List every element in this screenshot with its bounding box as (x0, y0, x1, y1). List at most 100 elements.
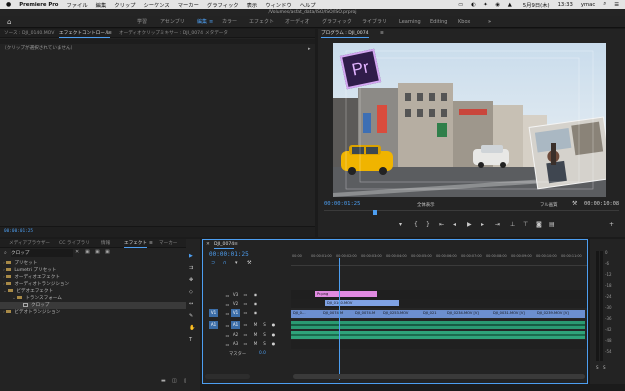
tab-info[interactable]: 情報 (101, 239, 110, 248)
tab-metadata[interactable]: メタデータ (205, 29, 228, 38)
accelerated-effects-icon[interactable]: ▣ (85, 249, 90, 255)
tab-audio-clip-mixer[interactable]: オーディオクリップミキサー : DJI_0074 (119, 29, 203, 38)
premiere-logo-overlay[interactable]: Pr (339, 48, 382, 90)
play-icon[interactable]: ▶ (467, 221, 472, 228)
effects-search-input[interactable] (11, 249, 73, 257)
menu-file[interactable]: ファイル (66, 1, 87, 9)
source-patch-a1[interactable]: A1 (209, 321, 218, 329)
effects-tree-item-selected[interactable]: クロップ (0, 302, 198, 309)
effects-tree-item[interactable]: ⌄ ビデオエフェクト (3, 288, 53, 295)
tab-markers[interactable]: マーカー (159, 239, 177, 248)
track-eye-icon[interactable]: ◉ (251, 291, 260, 299)
track-label-a2[interactable]: A2 (231, 331, 240, 339)
track-label-v1[interactable]: V1 (231, 309, 240, 317)
solo-button[interactable]: S (260, 340, 269, 348)
timeline-horizontal-scrollbar[interactable] (293, 374, 585, 379)
slip-tool-icon[interactable]: ↔ (189, 301, 193, 307)
menu-marker[interactable]: マーカー (178, 1, 199, 9)
workspace-learning-jp[interactable]: 学習 (137, 16, 147, 28)
clip-v1[interactable]: DJI_0… (291, 310, 321, 318)
workspace-effects[interactable]: エフェクト (249, 16, 274, 28)
close-sequence-icon[interactable]: ✕ (206, 240, 210, 249)
program-timecode[interactable]: 00:00:01:25 (324, 201, 360, 207)
track-eye-icon[interactable]: ◉ (251, 300, 260, 308)
menu-graphics[interactable]: グラフィック (207, 1, 239, 9)
program-video-frame[interactable]: Pr (333, 43, 606, 197)
clip-v2[interactable]: DJI_0140.MOV (325, 300, 399, 306)
export-frame-icon[interactable]: ◙ (536, 221, 542, 228)
add-button-icon[interactable]: + (609, 221, 614, 228)
panel-expand-icon[interactable]: ▸ (308, 46, 311, 52)
workspace-editing-jp[interactable]: 編集 (197, 16, 207, 28)
new-item-icon[interactable]: ◫ (172, 378, 177, 384)
go-to-out-icon[interactable]: ⇥ (495, 221, 500, 228)
timeline-settings-icon[interactable]: ⚒ (247, 260, 251, 266)
32bit-effects-icon[interactable]: ▣ (95, 249, 100, 255)
effect-controls-menu-icon[interactable]: ≡ (108, 29, 112, 38)
lift-icon[interactable]: ⊥ (510, 221, 515, 228)
effects-tree-item[interactable]: › オーディオエフェクト (3, 274, 60, 281)
track-label-a3[interactable]: A3 (231, 340, 240, 348)
program-scrub-bar[interactable] (324, 210, 619, 215)
workspace-audio[interactable]: オーディオ (285, 16, 310, 28)
menu-sequence[interactable]: シーケンス (143, 1, 169, 9)
tab-effects[interactable]: エフェクト (124, 239, 147, 248)
effects-tree-item[interactable]: ⌄ トランスフォーム (12, 295, 62, 302)
fit-dropdown[interactable]: 全体表示 (417, 202, 435, 208)
home-icon[interactable]: ⌂ (7, 16, 11, 28)
hand-tool-icon[interactable]: ✋ (189, 325, 195, 331)
clip-v1[interactable]: DJI_021 (421, 310, 445, 318)
pen-tool-icon[interactable]: ✎ (189, 313, 193, 319)
effects-tree-item[interactable]: › ビデオトランジション (3, 309, 60, 316)
solo-button[interactable]: S (260, 331, 269, 339)
menu-window[interactable]: ウィンドウ (265, 1, 292, 9)
step-back-icon[interactable]: ◂ (453, 221, 456, 228)
mark-out-icon[interactable]: } (426, 221, 430, 228)
effects-menu-icon[interactable]: ≡ (149, 239, 153, 248)
effects-tree-item[interactable]: › オーディオトランジション (3, 281, 69, 288)
mark-in-icon[interactable]: { (414, 221, 418, 228)
program-playhead[interactable] (373, 210, 377, 215)
yuv-effects-icon[interactable]: ▣ (105, 249, 110, 255)
track-select-tool-icon[interactable]: ⇉ (189, 265, 193, 271)
extract-icon[interactable]: ⊤ (523, 221, 528, 228)
menu-view[interactable]: 表示 (247, 1, 258, 9)
menu-help[interactable]: ヘルプ (300, 1, 316, 9)
clip-v1[interactable]: DJI_0253.MOV (381, 310, 421, 318)
track-eye-icon[interactable]: ◉ (251, 309, 260, 317)
clip-v1[interactable]: DJI_0031.MOV [V] (491, 310, 535, 318)
workspace-kbox[interactable]: Kbox (458, 16, 470, 28)
mute-button[interactable]: M (251, 340, 260, 348)
workspace-libraries[interactable]: ライブラリ (362, 16, 387, 28)
ripple-edit-tool-icon[interactable]: ✥ (189, 277, 193, 283)
tab-cc-libraries[interactable]: CC ライブラリ (59, 239, 90, 248)
track-sync-icon[interactable]: ▭ (241, 300, 250, 308)
track-label-v3[interactable]: V3 (231, 291, 240, 299)
master-volume[interactable]: 0.0 (259, 351, 266, 356)
quality-dropdown[interactable]: フル画質 (540, 202, 558, 208)
track-label-v2[interactable]: V2 (231, 300, 240, 308)
menu-clip[interactable]: クリップ (114, 1, 135, 9)
effect-controls-timecode[interactable]: 00:00:01:25 (4, 229, 33, 234)
workspace-menu-icon[interactable]: ≡ (209, 16, 213, 28)
tab-effect-controls[interactable]: エフェクトコントロール (59, 29, 110, 38)
track-label-a1[interactable]: A1 (231, 321, 240, 329)
status-user[interactable]: ymac (581, 2, 595, 8)
track-sync-icon[interactable]: ▭ (241, 331, 250, 339)
tab-media-browser[interactable]: メディアブラウザー (9, 239, 50, 248)
linked-selection-icon[interactable]: ∩ (223, 260, 227, 266)
effects-tree-item[interactable]: › Lumetri プリセット (3, 267, 56, 274)
timeline-playhead[interactable] (339, 258, 340, 380)
clip-v1[interactable]: DJI_0074.M (321, 310, 353, 318)
meter-solo-right[interactable]: S (603, 365, 606, 370)
timeline-timecode[interactable]: 00:00:01:25 (209, 251, 249, 258)
track-sync-icon[interactable]: ▭ (241, 291, 250, 299)
workspace-more-button[interactable]: » (488, 16, 491, 28)
clear-search-icon[interactable]: ✕ (75, 249, 79, 255)
step-forward-icon[interactable]: ▸ (481, 221, 484, 228)
mic-icon[interactable]: ● (269, 331, 278, 339)
razor-tool-icon[interactable]: ◇ (189, 289, 193, 295)
workspace-learning[interactable]: Learning (399, 16, 421, 28)
clip-v1[interactable]: DJI_0234.MOV [V] (445, 310, 491, 318)
workspace-assembly[interactable]: アセンブリ (160, 16, 185, 28)
